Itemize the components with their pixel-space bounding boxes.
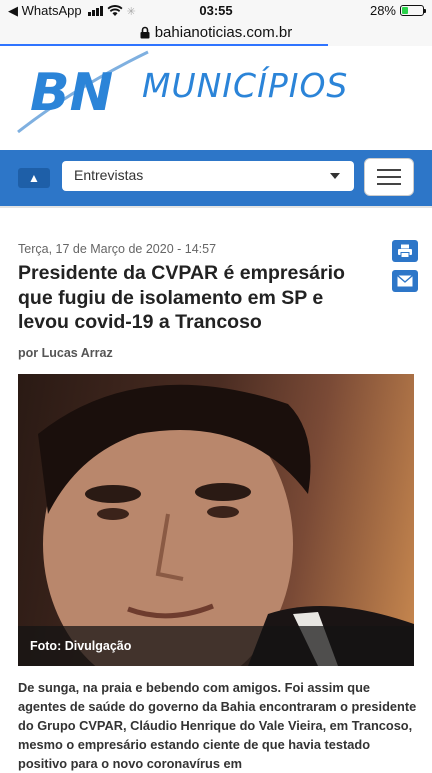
section-dropdown-value: Entrevistas: [74, 167, 144, 183]
article-byline: por Lucas Arraz: [18, 346, 113, 360]
url-text[interactable]: bahianoticias.com.br: [155, 24, 293, 41]
article-actions: [392, 240, 418, 300]
status-right: 28%: [369, 3, 426, 18]
status-bar: ◀ WhatsApp ✳ 03:55 28%: [0, 0, 432, 22]
nav-bar: ▲ Entrevistas: [0, 150, 432, 206]
hamburger-icon: [377, 169, 401, 171]
lock-icon: [140, 26, 150, 39]
article-photo[interactable]: Foto: Divulgação: [18, 374, 414, 666]
chevron-down-icon: [330, 173, 340, 179]
logo-text: BN: [30, 63, 113, 123]
menu-button[interactable]: [364, 158, 414, 196]
site-header: BN MUNICÍPIOS: [0, 46, 432, 150]
article-headline: Presidente da CVPAR é empresário que fug…: [18, 262, 345, 333]
print-button[interactable]: [392, 240, 418, 262]
arrow-up-icon: ▲: [28, 171, 40, 185]
section-dropdown[interactable]: Entrevistas: [62, 161, 354, 191]
envelope-icon: [397, 275, 413, 287]
photo-caption: Foto: Divulgação: [18, 626, 414, 666]
portrait-illustration: [38, 384, 414, 666]
article-date: Terça, 17 de Março de 2020 - 14:57: [18, 242, 217, 256]
article-body: De sunga, na praia e bebendo com amigos.…: [18, 680, 417, 771]
print-icon: [398, 244, 412, 258]
divider: [0, 206, 432, 208]
site-logo[interactable]: BN: [14, 48, 154, 138]
battery-percent: 28%: [369, 3, 396, 18]
scroll-up-button[interactable]: ▲: [18, 168, 50, 188]
address-bar[interactable]: bahianoticias.com.br: [0, 22, 432, 46]
status-time: 03:55: [199, 3, 233, 18]
section-title: MUNICÍPIOS: [142, 66, 349, 105]
battery-icon: [400, 5, 426, 16]
email-button[interactable]: [392, 270, 418, 292]
